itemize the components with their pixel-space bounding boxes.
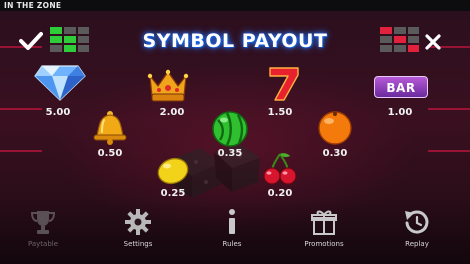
nav-promotions[interactable]: Promotions (289, 208, 359, 252)
bar-symbol-label: BAR (386, 81, 416, 95)
nav-replay[interactable]: Replay (382, 208, 452, 252)
bell-payout: 0.50 (97, 148, 123, 159)
bell-symbol-icon (93, 111, 127, 145)
bar-payout: 1.00 (387, 107, 413, 118)
nav-replay-label: Replay (405, 240, 429, 248)
nav-settings[interactable]: Settings (103, 208, 173, 252)
nav-settings-label: Settings (123, 240, 153, 248)
watermelon-payout: 0.35 (217, 148, 243, 159)
window-title-bar: IN THE ZONE (0, 0, 470, 11)
orange-symbol-icon (318, 111, 352, 145)
lemon-symbol-icon (157, 157, 189, 185)
decor-stripe (428, 108, 470, 110)
layout-grid-red-icon[interactable] (380, 27, 420, 53)
nav-promotions-label: Promotions (304, 240, 344, 248)
diamond-payout: 5.00 (45, 107, 71, 118)
window-title: IN THE ZONE (4, 1, 62, 10)
gift-icon (311, 210, 337, 235)
nav-paytable-label: Paytable (27, 240, 59, 248)
watermelon-symbol-icon (212, 111, 248, 147)
cherries-symbol-icon (263, 153, 297, 185)
replay-icon (405, 210, 429, 234)
decor-stripe (428, 150, 470, 152)
crown-symbol-icon (147, 69, 189, 102)
paytable-screen: IN THE ZONE SYMBOL PAYOUT 5.00 2.00 1.50… (0, 0, 470, 264)
diamond-symbol-icon (34, 65, 86, 101)
info-icon (229, 209, 235, 234)
decor-stripe (0, 150, 42, 152)
bar-symbol-icon: BAR (374, 76, 428, 98)
trophy-icon (30, 211, 56, 234)
orange-payout: 0.30 (322, 148, 348, 159)
nav-rules-label: Rules (222, 240, 242, 248)
close-icon[interactable] (424, 33, 442, 51)
crown-payout: 2.00 (159, 107, 185, 118)
gear-icon (125, 209, 151, 235)
seven-payout: 1.50 (267, 107, 293, 118)
seven-symbol-icon (269, 67, 299, 101)
nav-rules[interactable]: Rules (197, 208, 267, 252)
nav-paytable[interactable]: Paytable (8, 208, 78, 252)
